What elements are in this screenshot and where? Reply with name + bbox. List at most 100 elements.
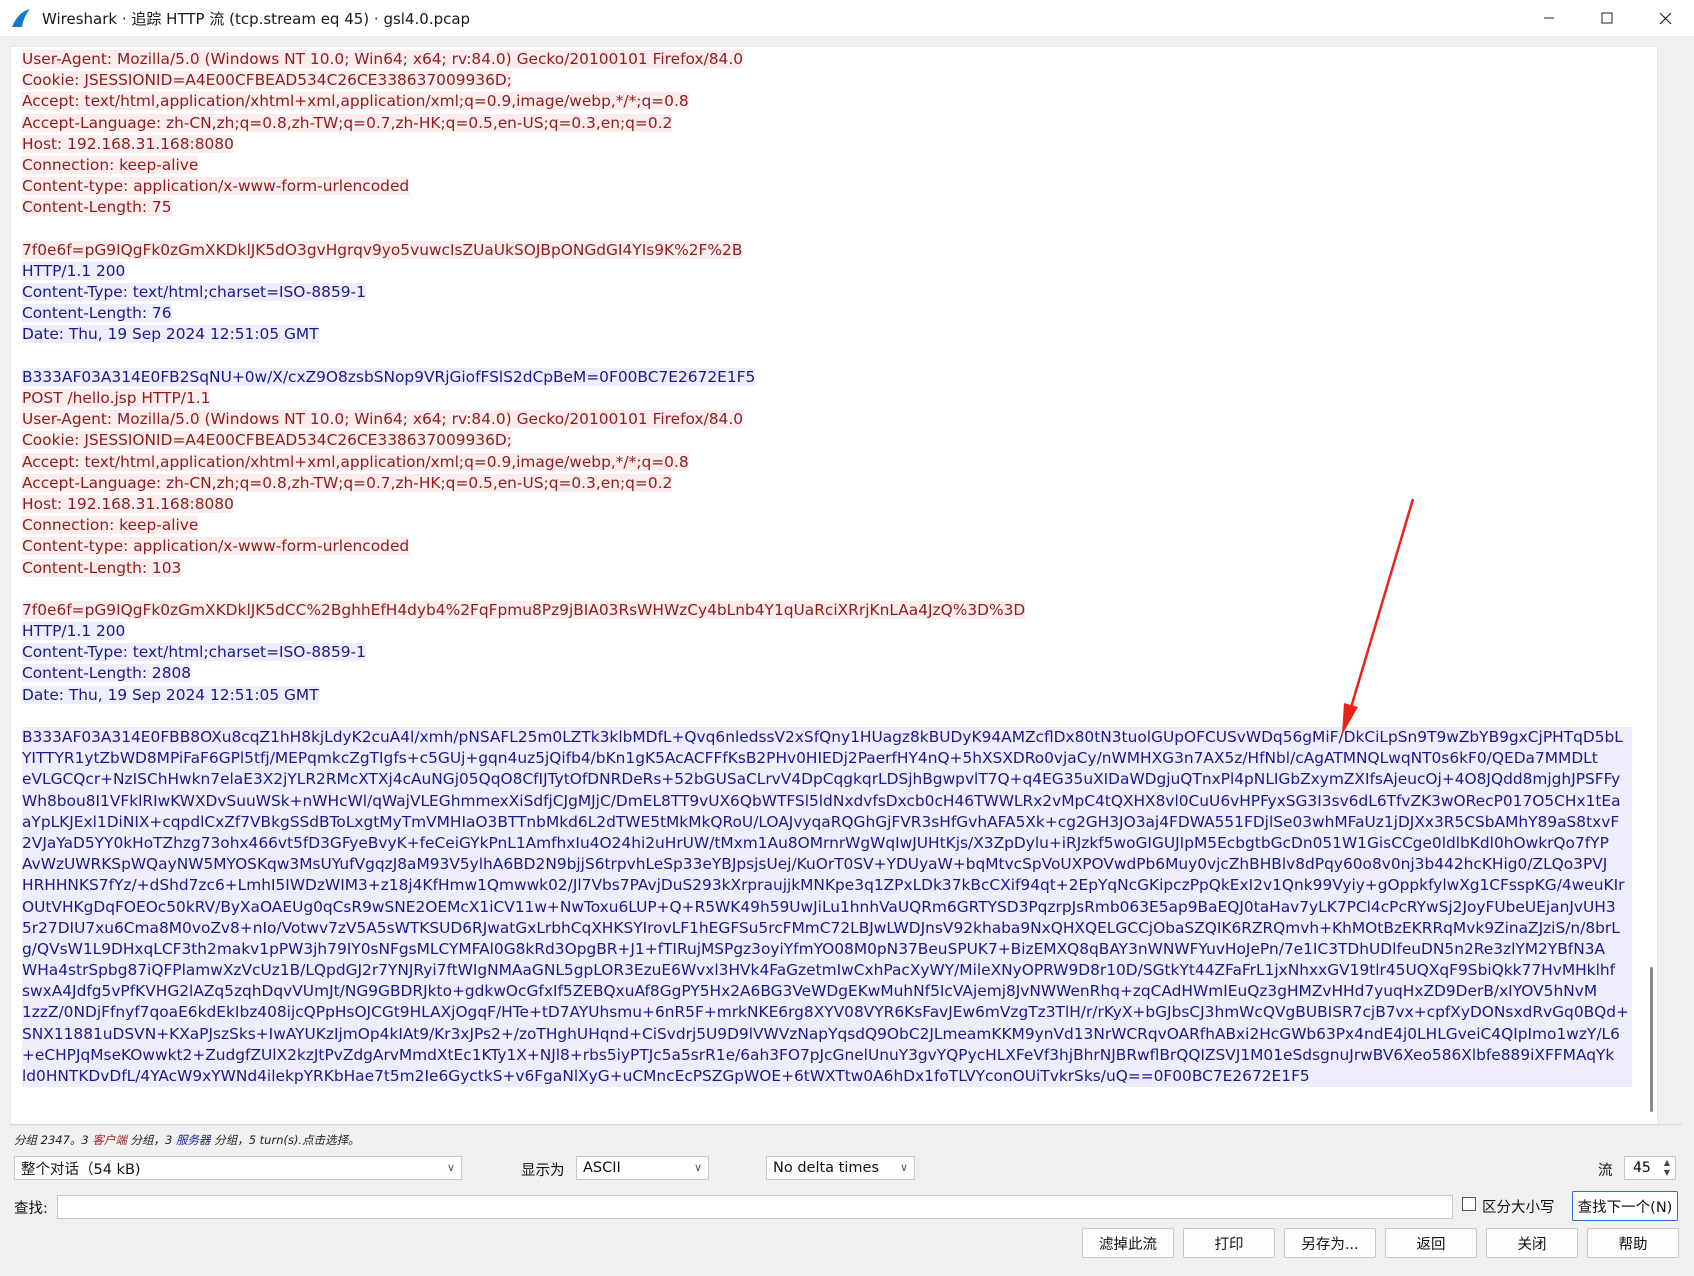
chevron-down-icon: ∨ (899, 1161, 908, 1174)
stream-summary: 分组 2347。3 客户端 分组，3 服务器 分组，5 turn(s).点击选择… (14, 1132, 360, 1148)
stream-line-text: Host: 192.168.31.168:8080 (22, 134, 234, 153)
server-stream-line: Date: Thu, 19 Sep 2024 12:51:05 GMT (22, 324, 1632, 345)
divider (10, 1124, 1682, 1125)
stream-line-text: POST /hello.jsp HTTP/1.1 (22, 389, 211, 407)
stream-line-text: Host: 192.168.31.168:8080 (22, 494, 234, 513)
server-stream-line (22, 346, 1632, 367)
payload-line: ld0HNTKDvDfL/4YAcW9xYWNd4ilekpYRKbHae7t5… (22, 1066, 1632, 1088)
stream-line-text: Date: Thu, 19 Sep 2024 12:51:05 GMT (22, 325, 319, 344)
client-stream-line: Accept-Language: zh-CN,zh;q=0.8,zh-TW;q=… (22, 113, 1632, 134)
stream-line-text: User-Agent: Mozilla/5.0 (Windows NT 10.0… (22, 410, 744, 429)
stream-line-text: Content-Length: 103 (22, 558, 182, 577)
payload-line: WHa4strSpbg87iQFPlamwXzVcUz1B/LQpdGJ2r7Y… (22, 960, 1632, 982)
save-as-button[interactable]: 另存为... (1284, 1228, 1376, 1258)
client-stream-line: Cookie: JSESSIONID=A4E00CFBEAD534C26CE33… (22, 70, 1632, 91)
delta-times-select[interactable]: No delta times ∨ (766, 1156, 915, 1180)
client-stream-line: Host: 192.168.31.168:8080 (22, 134, 1632, 155)
delta-times-value: No delta times (773, 1160, 879, 1176)
payload-line: 1zzZ/0NDjFfnyf7qoaE6kdEkIbz408ijcQPpHsOJ… (22, 1002, 1632, 1024)
stream-line-text: HTTP/1.1 200 (22, 261, 126, 280)
client-stream-line: POST /hello.jsp HTTP/1.1 (22, 388, 1632, 409)
payload-line: Wh8bou8I1VFklRIwKWXDvSuuWSk+nWHcWl/qWajV… (22, 790, 1632, 812)
payload-line: g/QVsW1L9DHxqLCF3th2makv1pPW3jh79IY0sNFg… (22, 938, 1632, 961)
stream-line-text: Cookie: JSESSIONID=A4E00CFBEAD534C26CE33… (22, 71, 512, 90)
scrollbar-thumb[interactable] (1650, 967, 1653, 1112)
conversation-select[interactable]: 整个对话（54 kB) ∨ (14, 1156, 462, 1180)
stream-label: 流 (1598, 1163, 1613, 1179)
payload-line: eVLGCQcr+NzISChHwkn7elaE3X2jYLR2RMcXTXj4… (22, 769, 1632, 791)
client-stream-line: Content-Length: 75 (22, 197, 1632, 218)
title-bar: Wireshark · 追踪 HTTP 流 (tcp.stream eq 45)… (0, 0, 1694, 36)
server-payload-block: B333AF03A314E0FBB8OXu8cqZ1hH8kjLdyK2cuA4… (22, 727, 1632, 1088)
stream-line-text: Content-type: application/x-www-form-url… (22, 177, 410, 196)
stream-line-text: Accept: text/html,application/xhtml+xml,… (22, 452, 689, 471)
show-as-select[interactable]: ASCII ∨ (576, 1156, 709, 1180)
stream-line-text: Content-Type: text/html;charset=ISO-8859… (22, 283, 366, 302)
client-stream-line: 7f0e6f=pG9IQgFk0zGmXKDklJK5dO3gvHgrqv9yo… (22, 240, 1632, 261)
vertical-scrollbar[interactable] (1645, 47, 1655, 1125)
stream-line-text: Cookie: JSESSIONID=A4E00CFBEAD534C26CE33… (22, 431, 512, 450)
find-next-button[interactable]: 查找下一个(N) (1572, 1191, 1678, 1221)
stream-line-text: User-Agent: Mozilla/5.0 (Windows NT 10.0… (22, 50, 744, 68)
payload-line: aYpLKJExl1DiNIX+cqpdlCxZf7VBkgSSdBToLxgt… (22, 811, 1632, 833)
close-button[interactable]: 关闭 (1486, 1228, 1578, 1258)
wireshark-fin-icon (12, 9, 30, 27)
stream-line-text: Content-Length: 2808 (22, 664, 192, 683)
maximize-icon[interactable] (1578, 0, 1636, 36)
find-input[interactable] (57, 1195, 1453, 1219)
stream-line-text: 7f0e6f=pG9IQgFk0zGmXKDklJK5dO3gvHgrqv9yo… (22, 240, 743, 259)
stream-line-text: Date: Thu, 19 Sep 2024 12:51:05 GMT (22, 685, 319, 704)
case-sensitive-label: 区分大小写 (1482, 1200, 1555, 1216)
stream-line-text: Content-Length: 76 (22, 304, 172, 323)
payload-line: YITTYR1ytZbWD8MPiFaF6GPl5tfj/MEPqmkcZgTI… (22, 748, 1632, 770)
find-label: 查找: (14, 1201, 48, 1217)
case-sensitive-checkbox[interactable] (1462, 1197, 1476, 1211)
help-button[interactable]: 帮助 (1587, 1228, 1679, 1258)
conversation-select-value: 整个对话（54 kB) (21, 1161, 141, 1178)
payload-line: 2VJaYaD5YY0kHoTZhzg73ohx466vt5fD3GFyeBvy… (22, 832, 1632, 855)
client-stream-line: Accept-Language: zh-CN,zh;q=0.8,zh-TW;q=… (22, 473, 1632, 494)
payload-line: +eCHPJqMseKOwwkt2+ZudgfZUlX2kzJtPvZdgArv… (22, 1044, 1632, 1066)
show-as-label: 显示为 (521, 1163, 565, 1179)
client-stream-line: Content-type: application/x-www-form-url… (22, 176, 1632, 197)
stream-line-text: Content-type: application/x-www-form-url… (22, 537, 410, 556)
client-stream-line: User-Agent: Mozilla/5.0 (Windows NT 10.0… (22, 49, 1632, 70)
show-as-value: ASCII (583, 1160, 621, 1176)
stream-line-text: Content-Type: text/html;charset=ISO-8859… (22, 643, 366, 662)
stream-number-stepper[interactable]: 45 ▲ ▼ (1624, 1156, 1676, 1180)
stream-line-text: Accept-Language: zh-CN,zh;q=0.8,zh-TW;q=… (22, 473, 673, 492)
payload-line: AvWzUWRKSpWQayNW5MYOSKqw3MsUYufVgqzJ8aM9… (22, 854, 1632, 876)
chevron-down-icon: ∨ (693, 1161, 702, 1174)
server-stream-line: HTTP/1.1 200 (22, 261, 1632, 282)
status-prefix: 分组 2347。3 (14, 1133, 93, 1147)
stream-content-pane[interactable]: User-Agent: Mozilla/5.0 (Windows NT 10.0… (10, 46, 1658, 1126)
chevron-down-icon: ∨ (446, 1161, 455, 1174)
server-stream-line: Content-Type: text/html;charset=ISO-8859… (22, 282, 1632, 303)
stream-line-text: Connection: keep-alive (22, 516, 199, 535)
server-stream-line: Content-Length: 76 (22, 303, 1632, 324)
window-title: Wireshark · 追踪 HTTP 流 (tcp.stream eq 45)… (42, 9, 471, 28)
back-button[interactable]: 返回 (1385, 1228, 1477, 1258)
annotation-arrow-icon (1342, 498, 1415, 735)
close-icon[interactable] (1636, 0, 1694, 36)
filter-out-stream-button[interactable]: 滤掉此流 (1082, 1228, 1174, 1258)
client-stream-line: Accept: text/html,application/xhtml+xml,… (22, 91, 1632, 112)
minimize-icon[interactable] (1520, 0, 1578, 36)
stepper-arrows-icon[interactable]: ▲ ▼ (1660, 1158, 1674, 1178)
client-link[interactable]: 客户端 (92, 1133, 127, 1147)
stream-line-text: 7f0e6f=pG9IQgFk0zGmXKDklJK5dCC%2BghhEfH4… (22, 600, 1026, 619)
payload-line: OUtVHKgDqFOEOc50kRV/ByXaOAEUg0qCsR9wSNE2… (22, 896, 1632, 918)
stream-line-text: B333AF03A314E0FB2SqNU+0w/X/cxZ9O8zsbSNop… (22, 367, 756, 386)
stream-line-text: Connection: keep-alive (22, 155, 199, 174)
client-stream-line (22, 219, 1632, 240)
client-stream-line: Cookie: JSESSIONID=A4E00CFBEAD534C26CE33… (22, 430, 1632, 451)
payload-line: swxA4Jdfg5vPfKVHG2lAZq5zqhDqvVUmJt/NG9GB… (22, 981, 1632, 1003)
stream-line-text: HTTP/1.1 200 (22, 622, 126, 641)
server-link[interactable]: 服务器 (176, 1133, 211, 1147)
client-stream-line: Accept: text/html,application/xhtml+xml,… (22, 452, 1632, 473)
server-stream-line: B333AF03A314E0FB2SqNU+0w/X/cxZ9O8zsbSNop… (22, 367, 1632, 388)
client-stream-line: Connection: keep-alive (22, 155, 1632, 176)
stream-line-text: Content-Length: 75 (22, 198, 172, 217)
print-button[interactable]: 打印 (1183, 1228, 1275, 1258)
stream-number-value: 45 (1633, 1160, 1651, 1176)
